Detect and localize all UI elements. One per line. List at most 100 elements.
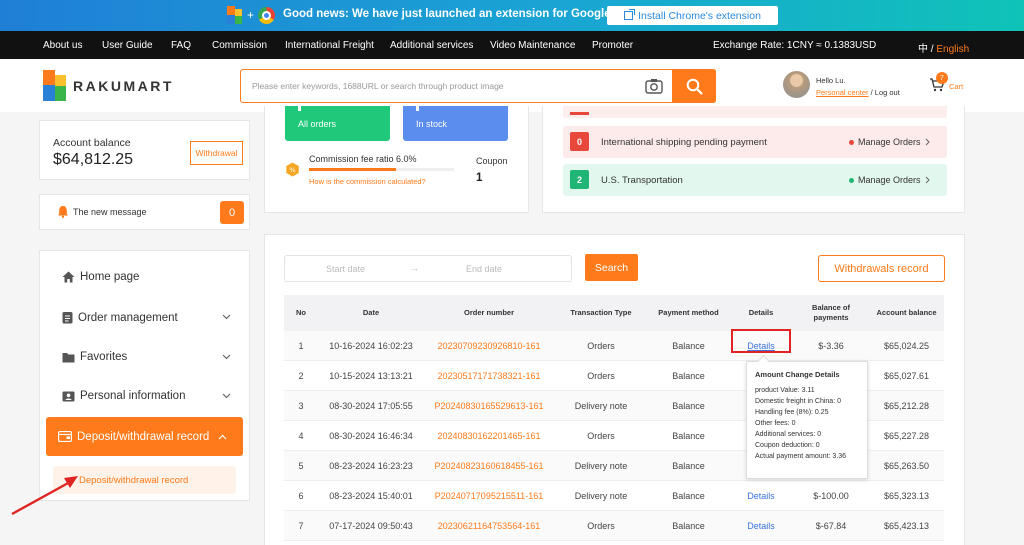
all-orders-tile[interactable]: All orders (285, 106, 390, 141)
commission-calc-link[interactable]: How is the commission calculated? (309, 177, 426, 186)
records-search-button[interactable]: Search (585, 254, 638, 281)
cell-order-number[interactable]: P20240830165529613-161 (424, 391, 554, 421)
sidebar-item-deposit-withdrawal[interactable]: Deposit/withdrawal record (46, 417, 243, 456)
cell-order-number[interactable]: 20230621164753564-161 (424, 511, 554, 541)
end-date-input[interactable]: End date (466, 264, 502, 274)
search-bar[interactable]: Please enter keywords, 1688URL or search… (240, 69, 716, 103)
cell-payment-method-text: Balance (672, 401, 705, 411)
sidebar-item-personal-information[interactable]: Personal information (62, 390, 185, 402)
cell-date-text: 08-30-2024 17:05:55 (329, 401, 413, 411)
tooltip-line: Handling fee (8%): 0.25 (755, 409, 829, 416)
table-row: 1 10-16-2024 16:02:23 20230709230926810-16… (284, 331, 944, 361)
wallet-icon (58, 431, 72, 442)
personal-center-link[interactable]: Personal center (816, 88, 869, 97)
sidebar-item-order-management[interactable]: Order management (62, 311, 178, 324)
in-stock-tile[interactable]: In stock (403, 106, 508, 141)
nav-promoter[interactable]: Promoter (592, 40, 633, 51)
cell-date-text: 10-15-2024 13:13:21 (329, 371, 413, 381)
rakumart-mini-logo-icon (227, 6, 243, 24)
cell-payment-method: Balance (648, 421, 729, 451)
cell-order-number-text: 20230517171738321-161 (437, 371, 541, 381)
cell-transaction-type: Delivery note (554, 391, 648, 421)
nav-about[interactable]: About us (43, 40, 82, 51)
site-logo[interactable]: RAKUMART (43, 70, 174, 101)
account-balance-card: Account balance $64,812.25 Withdrawal (39, 120, 250, 180)
camera-icon[interactable] (645, 78, 663, 94)
commission-progress (309, 168, 454, 171)
sidebar-item-favorites[interactable]: Favorites (62, 351, 127, 363)
nav-international-freight[interactable]: International Freight (285, 40, 374, 51)
order-status-card: 0 International shipping pending payment… (542, 106, 965, 213)
message-card[interactable]: The new message 0 (39, 194, 250, 230)
cell-details[interactable]: Details (729, 481, 793, 511)
cell-no: 3 (284, 391, 318, 421)
nav-additional-services[interactable]: Additional services (390, 40, 473, 51)
status-row-intl-shipping[interactable]: 0 International shipping pending payment… (563, 126, 947, 158)
lang-en[interactable]: English (936, 44, 969, 55)
cart-label[interactable]: Cart (949, 82, 963, 91)
search-input[interactable]: Please enter keywords, 1688URL or search… (252, 81, 504, 91)
cell-account-balance-text: $65,263.50 (883, 461, 930, 471)
date-range-picker[interactable]: Start date → End date (284, 255, 572, 282)
cell-order-number[interactable]: P20240823160618455-161 (424, 451, 554, 481)
cell-order-number[interactable]: P20240717095215511-161 (424, 481, 554, 511)
sidebar-label-home: Home page (80, 271, 140, 283)
install-extension-button[interactable]: Install Chrome's extension (607, 6, 778, 25)
cell-payment-method-text: Balance (672, 461, 705, 471)
bell-icon (58, 206, 68, 218)
manage-orders-link[interactable]: Manage Orders (849, 175, 930, 185)
nav-video-maintenance[interactable]: Video Maintenance (490, 40, 575, 51)
records-table-header: No Date Order number Transaction Type Pa… (284, 295, 944, 331)
user-greeting: Hello Lu. (816, 76, 846, 85)
sidebar-menu: Home page Order management Favorites Per… (39, 250, 250, 501)
nav-faq[interactable]: FAQ (171, 40, 191, 51)
banner-logos: + (227, 6, 276, 24)
chevron-up-icon[interactable] (218, 434, 227, 440)
status-count: 0 (570, 132, 589, 151)
svg-text:%: % (289, 166, 295, 174)
cell-account-balance: $65,323.13 (869, 481, 944, 511)
cell-date: 10-16-2024 16:02:23 (318, 331, 424, 361)
account-balance-value: $64,812.25 (53, 151, 134, 168)
stats-card: All orders In stock % Commission fee rat… (264, 106, 529, 213)
rakumart-logo-icon (43, 70, 67, 101)
cell-no: 5 (284, 451, 318, 481)
tooltip-line: Coupon deduction: 0 (755, 442, 820, 449)
cell-date-text: 07-17-2024 09:50:43 (329, 521, 413, 531)
lang-zh[interactable]: 中 (918, 44, 928, 55)
nav-commission[interactable]: Commission (212, 40, 267, 51)
sidebar-item-home[interactable]: Home page (62, 271, 139, 283)
cell-date: 08-23-2024 16:23:23 (318, 451, 424, 481)
status-row-us-transport[interactable]: 2 U.S. Transportation Manage Orders (563, 164, 947, 196)
status-dot (849, 139, 854, 145)
avatar[interactable] (783, 71, 810, 98)
cell-date-text: 10-16-2024 16:02:23 (329, 341, 413, 351)
th-balance-of-payments: Balance of payments (812, 303, 850, 322)
cell-transaction-type: Delivery note (554, 481, 648, 511)
coupon-value[interactable]: 1 (476, 172, 482, 184)
cell-details-text: Details (747, 521, 775, 531)
cell-order-number[interactable]: 20230709230926810-161 (424, 331, 554, 361)
cell-balance-of-payments-text: $-67.84 (815, 521, 847, 531)
manage-orders-link[interactable]: Manage Orders (849, 137, 930, 147)
cell-payment-method-text: Balance (672, 521, 705, 531)
cell-no: 4 (284, 421, 318, 451)
cell-details[interactable]: Details (729, 511, 793, 541)
cell-account-balance: $65,024.25 (869, 331, 944, 361)
logout-link[interactable]: / Log out (869, 88, 900, 97)
withdrawals-record-button[interactable]: Withdrawals record (818, 255, 945, 282)
chevron-down-icon[interactable] (222, 393, 231, 399)
th-details: Details (748, 308, 774, 318)
cell-order-number[interactable]: 20230517171738321-161 (424, 361, 554, 391)
withdrawal-button[interactable]: Withdrawal (190, 141, 243, 165)
tooltip-line: product Value: 3.11 (755, 387, 815, 394)
search-button[interactable] (672, 69, 716, 103)
nav-user-guide[interactable]: User Guide (102, 40, 153, 51)
tooltip-line: Domestic freight in China: 0 (755, 398, 841, 405)
cell-order-number[interactable]: 20240830162201465-161 (424, 421, 554, 451)
chevron-down-icon[interactable] (222, 354, 231, 360)
cell-no-text: 5 (298, 461, 304, 471)
chevron-down-icon[interactable] (222, 314, 231, 320)
start-date-input[interactable]: Start date (326, 264, 365, 274)
cell-transaction-type: Orders (554, 511, 648, 541)
